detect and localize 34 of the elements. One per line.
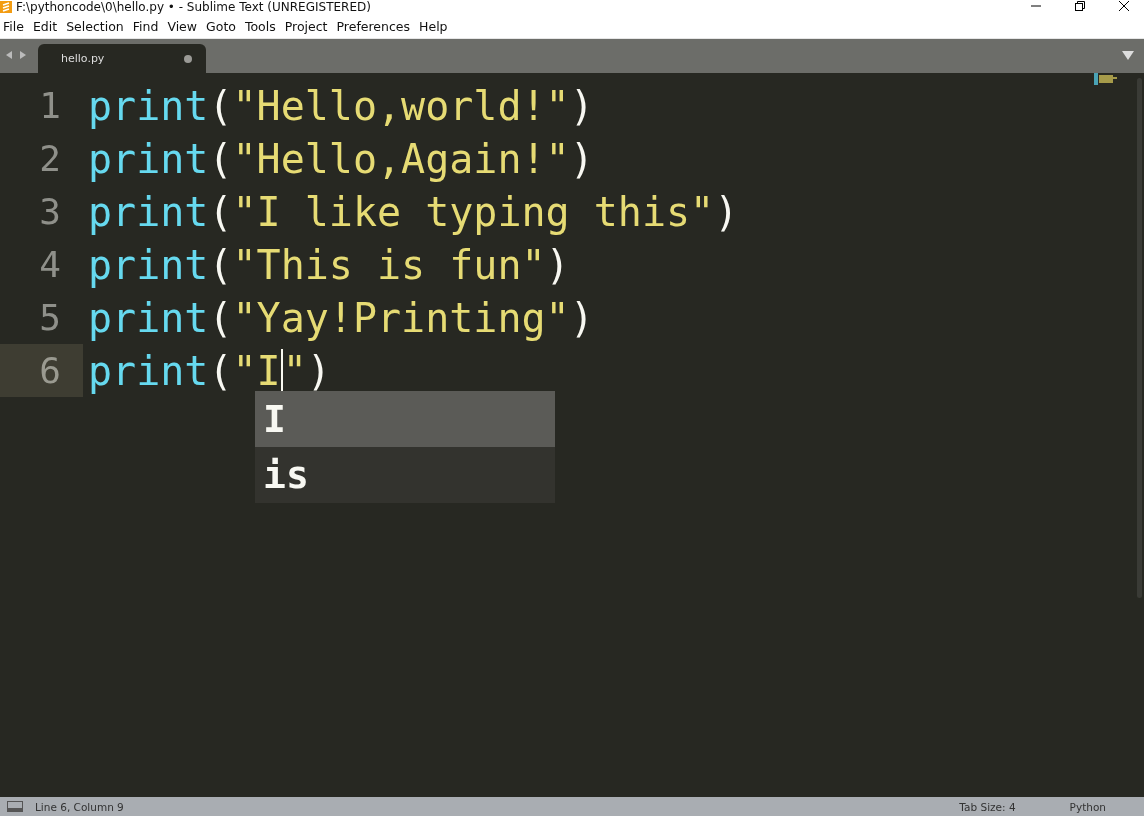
menu-item[interactable]: Tools	[241, 18, 282, 34]
menu-item[interactable]: Help	[416, 18, 454, 34]
restore-icon[interactable]	[1074, 0, 1086, 12]
menu-item[interactable]: Selection	[63, 18, 130, 34]
menu-item[interactable]: File	[0, 18, 30, 34]
dropdown-icon[interactable]	[1122, 51, 1134, 60]
line-number: 5	[39, 297, 61, 338]
syntax-label[interactable]: Python	[1069, 800, 1106, 813]
code-line: print("Hello,world!")	[88, 82, 594, 129]
code-line: print("Hello,Again!")	[88, 135, 594, 182]
autocomplete-item[interactable]: I	[255, 391, 555, 447]
menu-item[interactable]: Goto	[203, 18, 242, 34]
line-number: 4	[39, 244, 61, 285]
menu-item[interactable]: Edit	[29, 18, 64, 34]
text-caret	[280, 348, 283, 393]
close-icon[interactable]	[1118, 0, 1130, 12]
code-line: print("I like typing this")	[88, 188, 739, 235]
panel-icon[interactable]	[7, 801, 23, 812]
menu-item[interactable]: View	[164, 18, 204, 34]
menu-item[interactable]: Project	[281, 18, 334, 34]
line-number: 1	[39, 85, 61, 126]
line-number: 3	[39, 191, 61, 232]
tab-size[interactable]: Tab Size: 4	[959, 800, 1016, 813]
minimap-drawing	[1094, 73, 1118, 85]
code-line: print("Yay!Printing")	[88, 294, 594, 341]
code-line: print("This is fun")	[88, 241, 570, 288]
menu-item[interactable]: Preferences	[333, 18, 417, 34]
file-tab[interactable]: hello.py	[38, 44, 206, 73]
line-number: 2	[39, 138, 61, 179]
line-number: 6	[39, 350, 61, 391]
window-title: F:\pythoncode\0\hello.py • - Sublime Text (UNREGISTERED)	[16, 0, 371, 14]
cursor-position: Line 6, Column 9	[35, 800, 124, 813]
code-line: print("I")	[88, 347, 331, 394]
menu-item[interactable]: Find	[129, 18, 165, 34]
